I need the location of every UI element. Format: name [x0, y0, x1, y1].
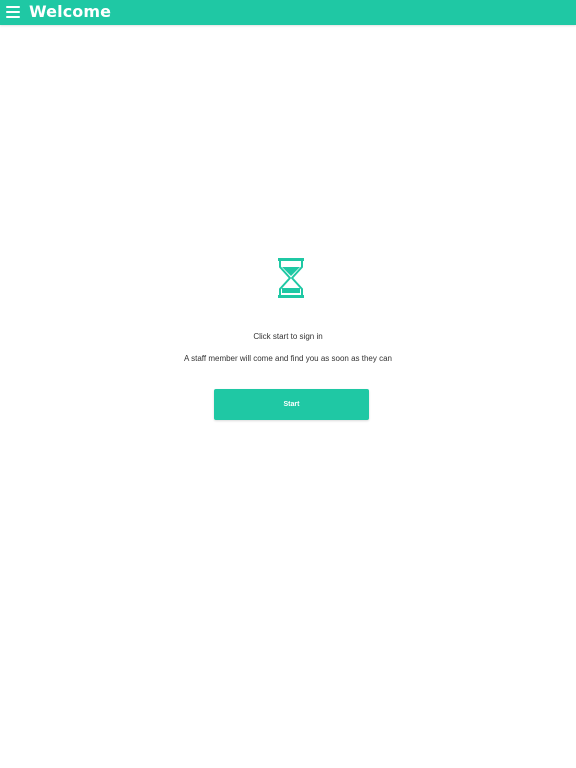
menu-line	[6, 11, 20, 13]
app-bar: Welcome	[0, 0, 576, 25]
subtext: A staff member will come and find you as…	[184, 354, 392, 363]
instruction-text: Click start to sign in	[253, 332, 323, 341]
page-title: Welcome	[29, 2, 112, 21]
main-content: Click start to sign in A staff member wi…	[0, 25, 576, 768]
menu-line	[6, 6, 20, 8]
hourglass-icon	[277, 257, 305, 299]
start-button[interactable]: Start	[214, 389, 369, 420]
hamburger-menu-icon[interactable]	[6, 4, 22, 20]
menu-line	[6, 16, 20, 18]
